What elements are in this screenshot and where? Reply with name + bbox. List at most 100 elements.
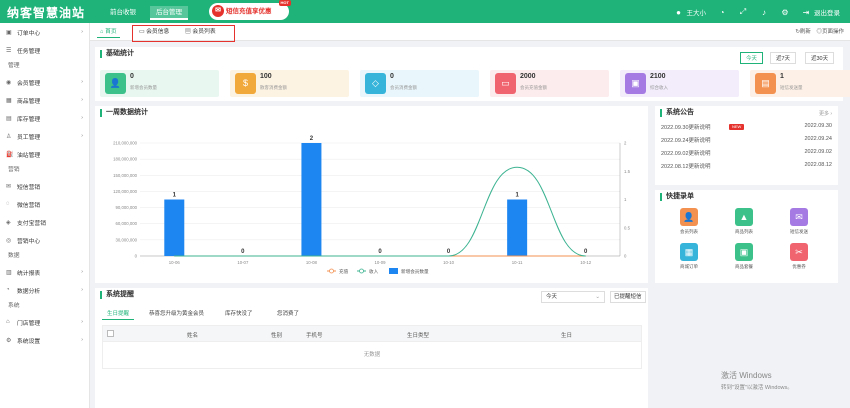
- quick-entry-label: 短信发送: [790, 229, 808, 234]
- sidebar-item[interactable]: ⚙ 系统设置 ›: [0, 331, 89, 349]
- remind-tab[interactable]: 恭喜您升级为黄金会员: [144, 308, 209, 320]
- notice-item[interactable]: 2022.09.24更新说明 2022.09.24: [655, 136, 838, 146]
- stat-value: 100: [260, 73, 272, 80]
- bar-new-members: [164, 199, 185, 256]
- quick-entry-item[interactable]: ▣ 商品套餐: [724, 243, 764, 270]
- quick-entry-item[interactable]: ▦ 商城订单: [669, 243, 709, 270]
- goods-icon: ▦: [6, 97, 12, 104]
- sidebar-item[interactable]: ◎ 营销中心: [0, 231, 89, 249]
- tab-home-label: 首页: [105, 29, 117, 35]
- user-name[interactable]: 王大小: [687, 7, 707, 17]
- sidebar-item[interactable]: ◌ 微信营销: [0, 195, 89, 213]
- page-ops-button[interactable]: ◎页面操作: [816, 29, 844, 35]
- analysis-icon: ◔: [6, 287, 10, 293]
- bar-data-label: 2: [310, 136, 314, 142]
- sidebar-item[interactable]: ▥ 统计报表 ›: [0, 263, 89, 281]
- right-axis-tick: 0: [624, 254, 627, 259]
- quick-entry-label: 商品列表: [735, 229, 753, 234]
- left-axis-tick: 60,000,000: [115, 221, 137, 226]
- bar-data-label: 0: [241, 249, 245, 255]
- bell-icon[interactable]: ♪: [759, 8, 769, 17]
- watermark-title: 激活 Windows: [721, 371, 772, 380]
- logout-icon[interactable]: ⇥: [801, 8, 811, 17]
- remind-tab[interactable]: 生日提醒: [102, 308, 135, 320]
- quick-entry-label: 优惠券: [792, 264, 806, 269]
- sidebar-group-label: 营销: [8, 167, 20, 173]
- sidebar-item[interactable]: ▦ 商品管理 ›: [0, 91, 89, 109]
- quick-entry-title: 快捷录单: [660, 193, 694, 201]
- page-ops-label: 页面操作: [821, 29, 844, 35]
- sidebar-group-label: 管理: [8, 63, 20, 69]
- sidebar-item-label: 统计报表: [17, 270, 41, 277]
- tab-front-cashier[interactable]: 前台收银: [104, 6, 142, 20]
- remind-tab[interactable]: 您消费了: [272, 308, 304, 320]
- user-avatar-icon: ●: [676, 7, 681, 17]
- sidebar-item[interactable]: ✉ 短信营销: [0, 177, 89, 195]
- quick-entry-item[interactable]: ▲ 商品列表: [724, 208, 764, 235]
- x-axis-tick: 10-09: [375, 260, 387, 265]
- date-select-value: 今天: [546, 294, 558, 300]
- x-axis-tick: 10-12: [580, 260, 592, 265]
- refresh-button[interactable]: ↻刷新: [795, 29, 811, 35]
- x-axis-tick: 10-07: [237, 260, 249, 265]
- quick-entry-label: 商城订单: [680, 264, 698, 269]
- gift-icon: ✉: [212, 5, 224, 17]
- system-remind-panel: 系统提醒 今天 ⌄ 已提醒短信 生日提醒 恭喜您升级为黄金会员 库存快没了 您消费了 …: [95, 288, 648, 408]
- date-select[interactable]: 今天 ⌄: [541, 291, 605, 303]
- x-axis-tick: 10-10: [443, 260, 455, 265]
- range-30-days[interactable]: 近30天: [805, 52, 835, 64]
- sidebar-item-label: 系统设置: [17, 338, 41, 345]
- sms-promo-banner[interactable]: ✉ 短信充值享优惠 HOT: [209, 0, 291, 20]
- quick-entry-item[interactable]: 👤 会员列表: [669, 208, 709, 235]
- legend-label[interactable]: 新增会员数量: [401, 268, 429, 275]
- stat-label: 散客消费金额: [260, 85, 287, 90]
- chevron-down-icon: ⌄: [595, 294, 600, 300]
- basic-stats-title: 基础统计: [100, 50, 134, 58]
- sidebar-item[interactable]: ◈ 支付宝营销: [0, 213, 89, 231]
- tab-backend-admin[interactable]: 后台管理: [150, 6, 188, 20]
- select-all-checkbox[interactable]: [107, 330, 114, 337]
- legend-label[interactable]: 充值: [339, 268, 349, 275]
- mail-icon: ✉: [790, 208, 808, 226]
- sidebar-item[interactable]: ◔ 数据分析 ›: [0, 281, 89, 299]
- stat-card: ▭ 2000 会员充值金额: [490, 70, 609, 97]
- bar-new-members: [301, 143, 322, 256]
- quick-entry-item[interactable]: ✂ 优惠券: [779, 243, 819, 270]
- notice-date: 2022.09.30: [804, 123, 832, 129]
- headset-icon[interactable]: ◔: [717, 8, 727, 17]
- stat-value: 0: [130, 73, 134, 80]
- sidebar-item[interactable]: ♙ 员工管理 ›: [0, 127, 89, 145]
- notice-item[interactable]: 2022.09.30更新说明 2022.09.30 NEW: [655, 123, 838, 133]
- sidebar-item[interactable]: ⌂ 门店管理 ›: [0, 313, 89, 331]
- stat-card: ◇ 0 会员消费金额: [360, 70, 479, 97]
- chevron-right-icon: ›: [81, 29, 83, 35]
- sidebar-item-label: 商品管理: [17, 98, 41, 105]
- settings-icon[interactable]: ⚙: [780, 8, 790, 17]
- alipay-icon: ◈: [6, 219, 11, 226]
- notice-item[interactable]: 2022.09.02更新说明 2022.09.02: [655, 149, 838, 159]
- range-7-days[interactable]: 近7天: [770, 52, 797, 64]
- wechat-icon: ◌: [6, 201, 10, 207]
- expand-icon[interactable]: ⤢: [738, 7, 748, 17]
- tab-home[interactable]: ⌂ 首页: [97, 27, 120, 38]
- quick-entry-item[interactable]: ✉ 短信发送: [779, 208, 819, 235]
- empty-state: 无数据: [102, 342, 642, 369]
- sidebar-item[interactable]: ⛽ 油站管理: [0, 145, 89, 163]
- remind-tab[interactable]: 库存快没了: [220, 308, 258, 320]
- sidebar-item[interactable]: ☰ 任务管理: [0, 41, 89, 59]
- sidebar-item-label: 门店管理: [17, 320, 41, 327]
- stat-value: 2000: [520, 73, 536, 80]
- sent-sms-button[interactable]: 已提醒短信: [610, 291, 646, 303]
- sidebar-item[interactable]: ▤ 库存管理 ›: [0, 109, 89, 127]
- stock-icon: ▤: [6, 115, 12, 122]
- range-today[interactable]: 今天: [740, 52, 764, 64]
- sidebar-item[interactable]: ▣ 订单中心 ›: [0, 23, 89, 41]
- notice-item[interactable]: 2022.08.12更新说明 2022.08.12: [655, 162, 838, 172]
- sidebar-item[interactable]: ◉ 会员管理 ›: [0, 73, 89, 91]
- settings-icon: ⚙: [6, 337, 12, 344]
- top-bar: 纳客智慧油站 前台收银 后台管理 ✉ 短信充值享优惠 HOT ● 王大小 ◔ ⤢…: [0, 0, 850, 23]
- notice-more-link[interactable]: 更多 ›: [819, 110, 832, 117]
- logout-button[interactable]: 退出登录: [814, 7, 840, 17]
- legend-label[interactable]: 收入: [369, 268, 379, 275]
- basic-stats-panel: 基础统计 今天 近7天 近30天 👤 0 新增会员数量 $100 散客消费金额 ◇ 0 会员消…: [95, 47, 850, 101]
